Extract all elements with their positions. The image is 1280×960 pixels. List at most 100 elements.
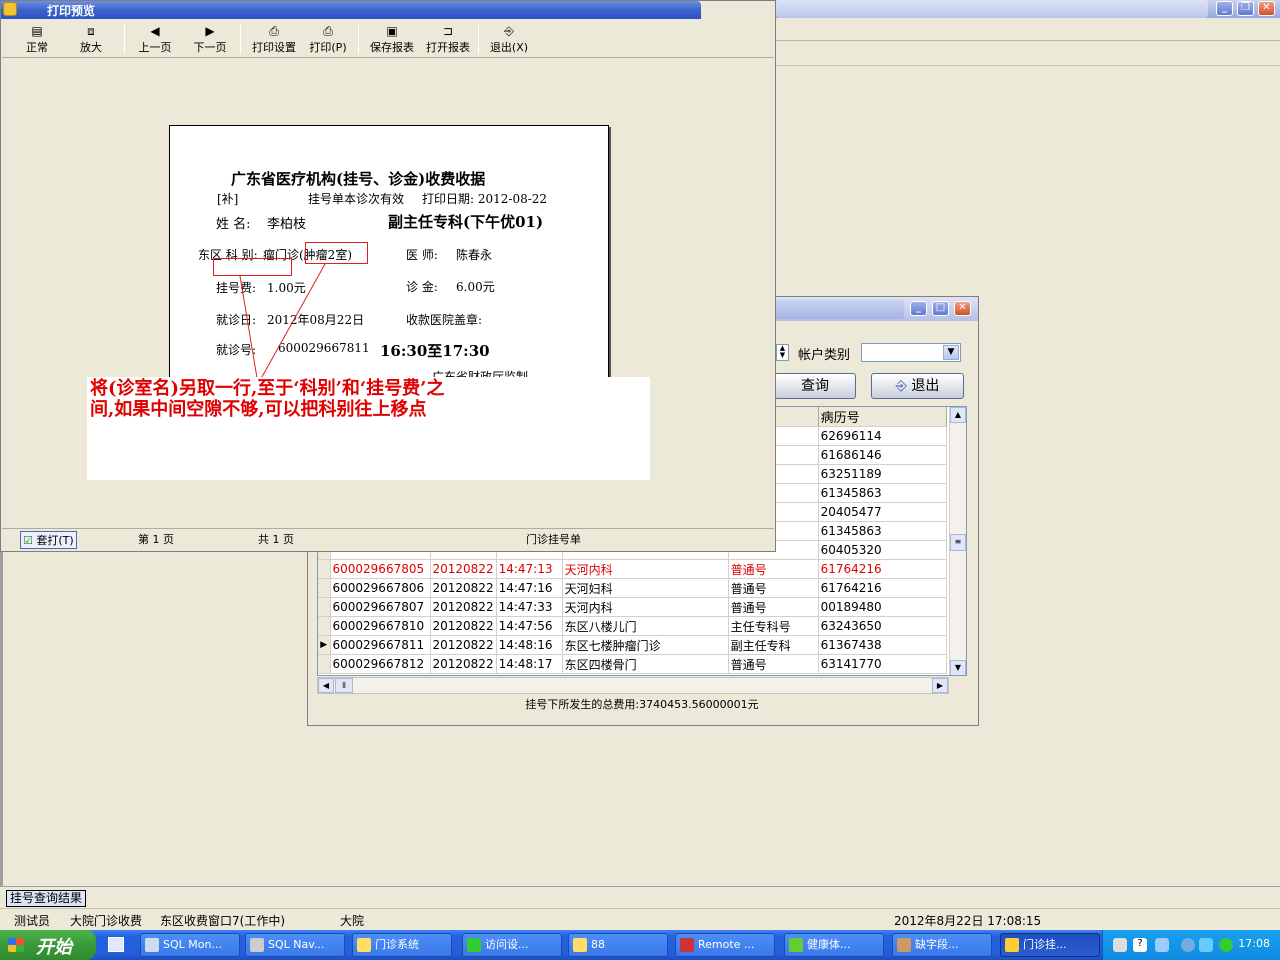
report-name: 门诊挂号单 <box>526 533 581 546</box>
keyboard-icon[interactable] <box>1113 938 1127 952</box>
table-cell: 普通号 <box>728 559 819 579</box>
network-icon[interactable] <box>1155 938 1169 952</box>
table-cell: 61367438 <box>818 635 947 655</box>
app-icon <box>3 2 17 16</box>
table-cell: 61764216 <box>818 559 947 579</box>
connection-icon[interactable] <box>1199 938 1213 952</box>
table-row[interactable]: 600029667807 20120822 14:47:33 天河内科 普通号 00189… <box>318 597 947 617</box>
table-cell: 600029667810 <box>330 616 431 636</box>
status-user: 测试员 <box>14 914 51 928</box>
exit-button[interactable]: ⎆ 退出(X) <box>486 23 532 57</box>
save-report-button[interactable]: ▣ 保存报表 <box>365 23 419 57</box>
windows-logo-icon <box>8 938 24 952</box>
system-tray: ? 17:08 <box>1102 930 1280 960</box>
table-cell: 600029667806 <box>330 578 431 598</box>
taskbar-item[interactable]: 缺字段... <box>892 933 992 957</box>
table-cell: 20120822 <box>430 578 497 598</box>
taskbar-item[interactable]: SQL Nav... <box>245 933 345 957</box>
restore-icon[interactable]: ❐ <box>1237 1 1254 16</box>
table-row[interactable]: 600029667810 20120822 14:47:56 东区八楼儿门 主任专科号 6… <box>318 616 947 636</box>
row-indicator <box>318 597 331 617</box>
table-cell: 63251189 <box>818 464 947 484</box>
zoom-page-icon: ⧈ <box>87 24 95 38</box>
table-cell: 63243650 <box>818 616 947 636</box>
close-icon[interactable]: ✕ <box>954 301 971 316</box>
table-row[interactable]: ▶ 600029667811 20120822 14:48:16 东区七楼肿瘤门诊 副主任… <box>318 635 947 655</box>
table-cell: 600029667812 <box>330 654 431 674</box>
taskbar-item[interactable]: 88 <box>568 933 668 957</box>
table-cell: 20120822 <box>430 616 497 636</box>
page-total: 共 1 页 <box>258 533 294 546</box>
expand-tray-icon[interactable] <box>1181 938 1195 952</box>
table-cell: 60405320 <box>818 540 947 560</box>
print-button[interactable]: ⎙ 打印(P) <box>304 23 352 57</box>
exit-button[interactable]: ⎆ 退出 <box>871 373 964 399</box>
app-icon <box>357 938 371 952</box>
table-cell: 61764216 <box>818 578 947 598</box>
scroll-up-icon[interactable]: ▲ <box>950 407 966 423</box>
status-campus: 大院 <box>340 914 365 928</box>
table-cell: 00189480 <box>818 597 947 617</box>
table-cell: 61345863 <box>818 483 947 503</box>
table-cell: 20405477 <box>818 502 947 522</box>
scroll-left-icon[interactable]: ◀ <box>318 678 334 693</box>
status-datetime: 2012年8月22日 17:08:15 <box>894 914 1042 928</box>
app-toolbar <box>776 18 1280 66</box>
account-type-label: 帐户类别 <box>798 348 851 363</box>
table-cell: 20120822 <box>430 654 497 674</box>
taskbar-item[interactable]: Remote ... <box>675 933 775 957</box>
help-icon[interactable]: ? <box>1133 938 1147 952</box>
account-type-select[interactable]: ▼ <box>861 343 961 362</box>
table-row[interactable]: 600029667805 20120822 14:47:13 天河内科 普通号 61764… <box>318 559 947 579</box>
maximize-icon[interactable]: □ <box>932 301 949 316</box>
close-icon[interactable]: ✕ <box>1258 1 1275 16</box>
annotation-note: 将(诊室名)另取一行,至于‘科别’和‘挂号费’之 间,如果中间空隙不够,可以把科… <box>87 377 650 480</box>
table-cell: 62696114 <box>818 426 947 446</box>
query-button[interactable]: 查询 <box>774 373 856 399</box>
annotation-line-1: 将(诊室名)另取一行,至于‘科别’和‘挂号费’之 <box>90 378 445 399</box>
tab-query-results[interactable]: 挂号查询结果 <box>6 890 87 907</box>
column-header[interactable]: 病历号 <box>818 407 947 427</box>
next-page-button[interactable]: ▶ 下一页 <box>189 23 231 57</box>
table-row[interactable]: 600029667806 20120822 14:47:16 天河妇科 普通号 61764… <box>318 578 947 598</box>
show-desktop-icon[interactable] <box>108 937 124 952</box>
table-cell: 20120822 <box>430 635 497 655</box>
taskbar-item[interactable]: 健康体... <box>784 933 884 957</box>
scroll-down-icon[interactable]: ▼ <box>950 660 966 675</box>
table-cell: 14:47:56 <box>496 616 563 636</box>
chevron-down-icon[interactable]: ▼ <box>943 345 959 360</box>
vertical-scrollbar[interactable]: ▲ ≡ ▼ <box>949 407 966 675</box>
taskbar-item[interactable]: 门诊系统 <box>352 933 452 957</box>
open-report-button[interactable]: ⊐ 打开报表 <box>421 23 475 57</box>
taskbar-item[interactable]: SQL Mon... <box>140 933 240 957</box>
minimize-icon[interactable]: _ <box>910 301 927 316</box>
zoom-button[interactable]: ⧈ 放大 <box>70 23 112 57</box>
scroll-right-icon[interactable]: ▶ <box>932 678 948 693</box>
print-preview-toolbar: ▤ 正常 ⧈ 放大 ◀ 上一页 ▶ 下一页 ⎙ 打印设置 ⎙ 打印(P) ▣ 保… <box>2 20 774 58</box>
annotation-line-2: 间,如果中间空隙不够,可以把科别往上移点 <box>90 399 427 420</box>
print-preview-title-bar[interactable] <box>1 1 701 19</box>
prev-page-button[interactable]: ◀ 上一页 <box>134 23 176 57</box>
scroll-thumb[interactable]: ⦀ <box>335 678 353 693</box>
normal-view-button[interactable]: ▤ 正常 <box>16 23 58 57</box>
clock: 17:08 <box>1238 937 1270 950</box>
table-cell: 普通号 <box>728 654 819 674</box>
receipt-page: 广东省医疗机构(挂号、诊金)收费收据 [补] 挂号单本诊次有效 打印日期: 20… <box>169 125 609 385</box>
taskbar-item[interactable]: 访问设... <box>462 933 562 957</box>
row-indicator <box>318 578 331 598</box>
checkbox-icon: ☑ <box>23 534 33 547</box>
status-icon[interactable] <box>1219 938 1233 952</box>
table-row[interactable]: 600029667812 20120822 14:48:17 东区四楼骨门 普通号 631… <box>318 654 947 674</box>
start-button[interactable]: 开始 <box>0 930 96 960</box>
minimize-icon[interactable]: _ <box>1216 1 1233 16</box>
spin-stepper[interactable]: ▲ ▼ <box>776 344 789 361</box>
left-arrow-icon: ◀ <box>150 24 160 38</box>
overprint-checkbox[interactable]: ☑ 套打(T) <box>20 531 77 549</box>
taskbar-item[interactable]: 门诊挂... <box>1000 933 1100 957</box>
scroll-thumb[interactable]: ≡ <box>950 534 966 551</box>
app-icon <box>467 938 481 952</box>
app-icon <box>897 938 911 952</box>
app-status-bar: 测试员 大院门诊收费 东区收费窗口7(工作中) 大院 2012年8月22日 17… <box>0 908 1280 930</box>
print-setup-button[interactable]: ⎙ 打印设置 <box>247 23 301 57</box>
horizontal-scrollbar[interactable]: ◀ ⦀ ▶ <box>317 677 949 694</box>
